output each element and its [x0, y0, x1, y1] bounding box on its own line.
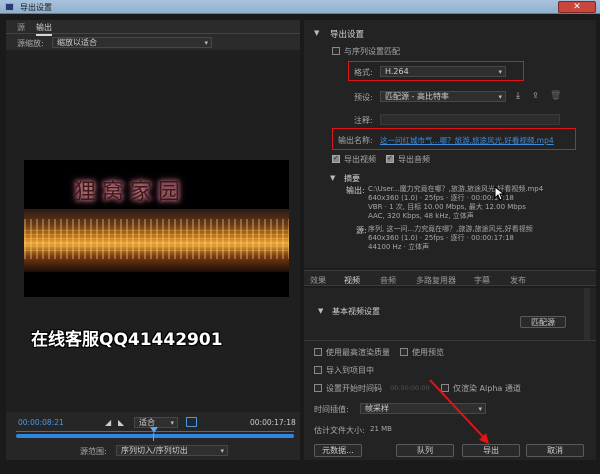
annotation-arrow	[429, 379, 489, 444]
mouse-cursor-icon	[494, 186, 506, 201]
